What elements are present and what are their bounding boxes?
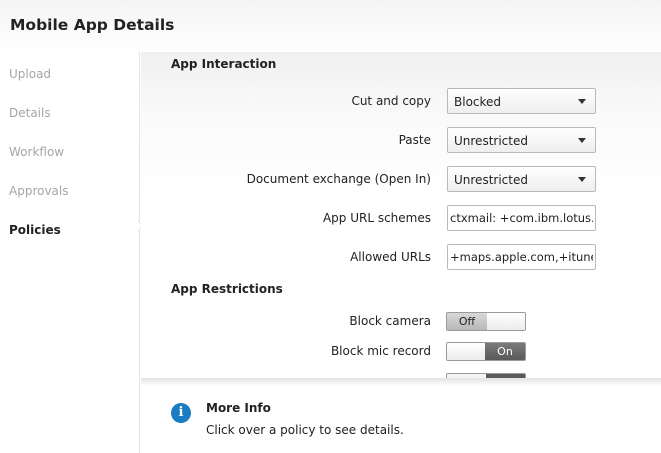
sidebar-item-approvals[interactable]: Approvals [9, 184, 69, 198]
cut-copy-label: Cut and copy [351, 94, 431, 108]
paste-label: Paste [398, 133, 431, 147]
paste-select[interactable]: Unrestricted [447, 127, 596, 153]
doc-exchange-label: Document exchange (Open In) [246, 172, 431, 186]
block-mic-label: Block mic record [330, 344, 431, 358]
chevron-down-icon [578, 138, 586, 143]
more-info-panel: i More Info Click over a policy to see d… [141, 386, 661, 453]
allowed-urls-input[interactable] [447, 244, 596, 270]
page-title: Mobile App Details [10, 16, 175, 34]
chevron-down-icon [578, 99, 586, 104]
sidebar-item-policies[interactable]: Policies [9, 223, 61, 237]
block-camera-state: Off [447, 313, 487, 330]
sidebar-item-workflow[interactable]: Workflow [9, 145, 64, 159]
toggle-track [487, 313, 525, 330]
more-info-title: More Info [206, 401, 271, 415]
doc-exchange-value: Unrestricted [454, 173, 528, 187]
toggle-track [447, 343, 485, 360]
header-bar: Mobile App Details [0, 0, 661, 52]
block-camera-label: Block camera [349, 314, 431, 328]
doc-exchange-select[interactable]: Unrestricted [447, 166, 596, 192]
chevron-down-icon [578, 177, 586, 182]
paste-value: Unrestricted [454, 134, 528, 148]
sidebar-item-upload[interactable]: Upload [9, 67, 51, 81]
panel-divider [141, 378, 661, 386]
block-mic-toggle[interactable]: On [446, 342, 526, 361]
more-info-text: Click over a policy to see details. [206, 423, 404, 437]
url-schemes-input[interactable] [447, 205, 596, 231]
info-icon: i [171, 403, 191, 423]
cut-copy-select[interactable]: Blocked [447, 88, 596, 114]
sidebar-item-details[interactable]: Details [9, 106, 51, 120]
policies-panel: App Interaction Cut and copy Blocked Pas… [141, 52, 661, 380]
cut-copy-value: Blocked [454, 95, 502, 109]
block-camera-toggle[interactable]: Off [446, 312, 526, 331]
allowed-urls-label: Allowed URLs [350, 250, 431, 264]
block-mic-state: On [485, 343, 525, 360]
section-title-app-interaction: App Interaction [171, 57, 277, 71]
section-title-app-restrictions: App Restrictions [171, 282, 283, 296]
sidebar: Upload Details Workflow Approvals Polici… [0, 52, 140, 453]
url-schemes-label: App URL schemes [322, 211, 431, 225]
